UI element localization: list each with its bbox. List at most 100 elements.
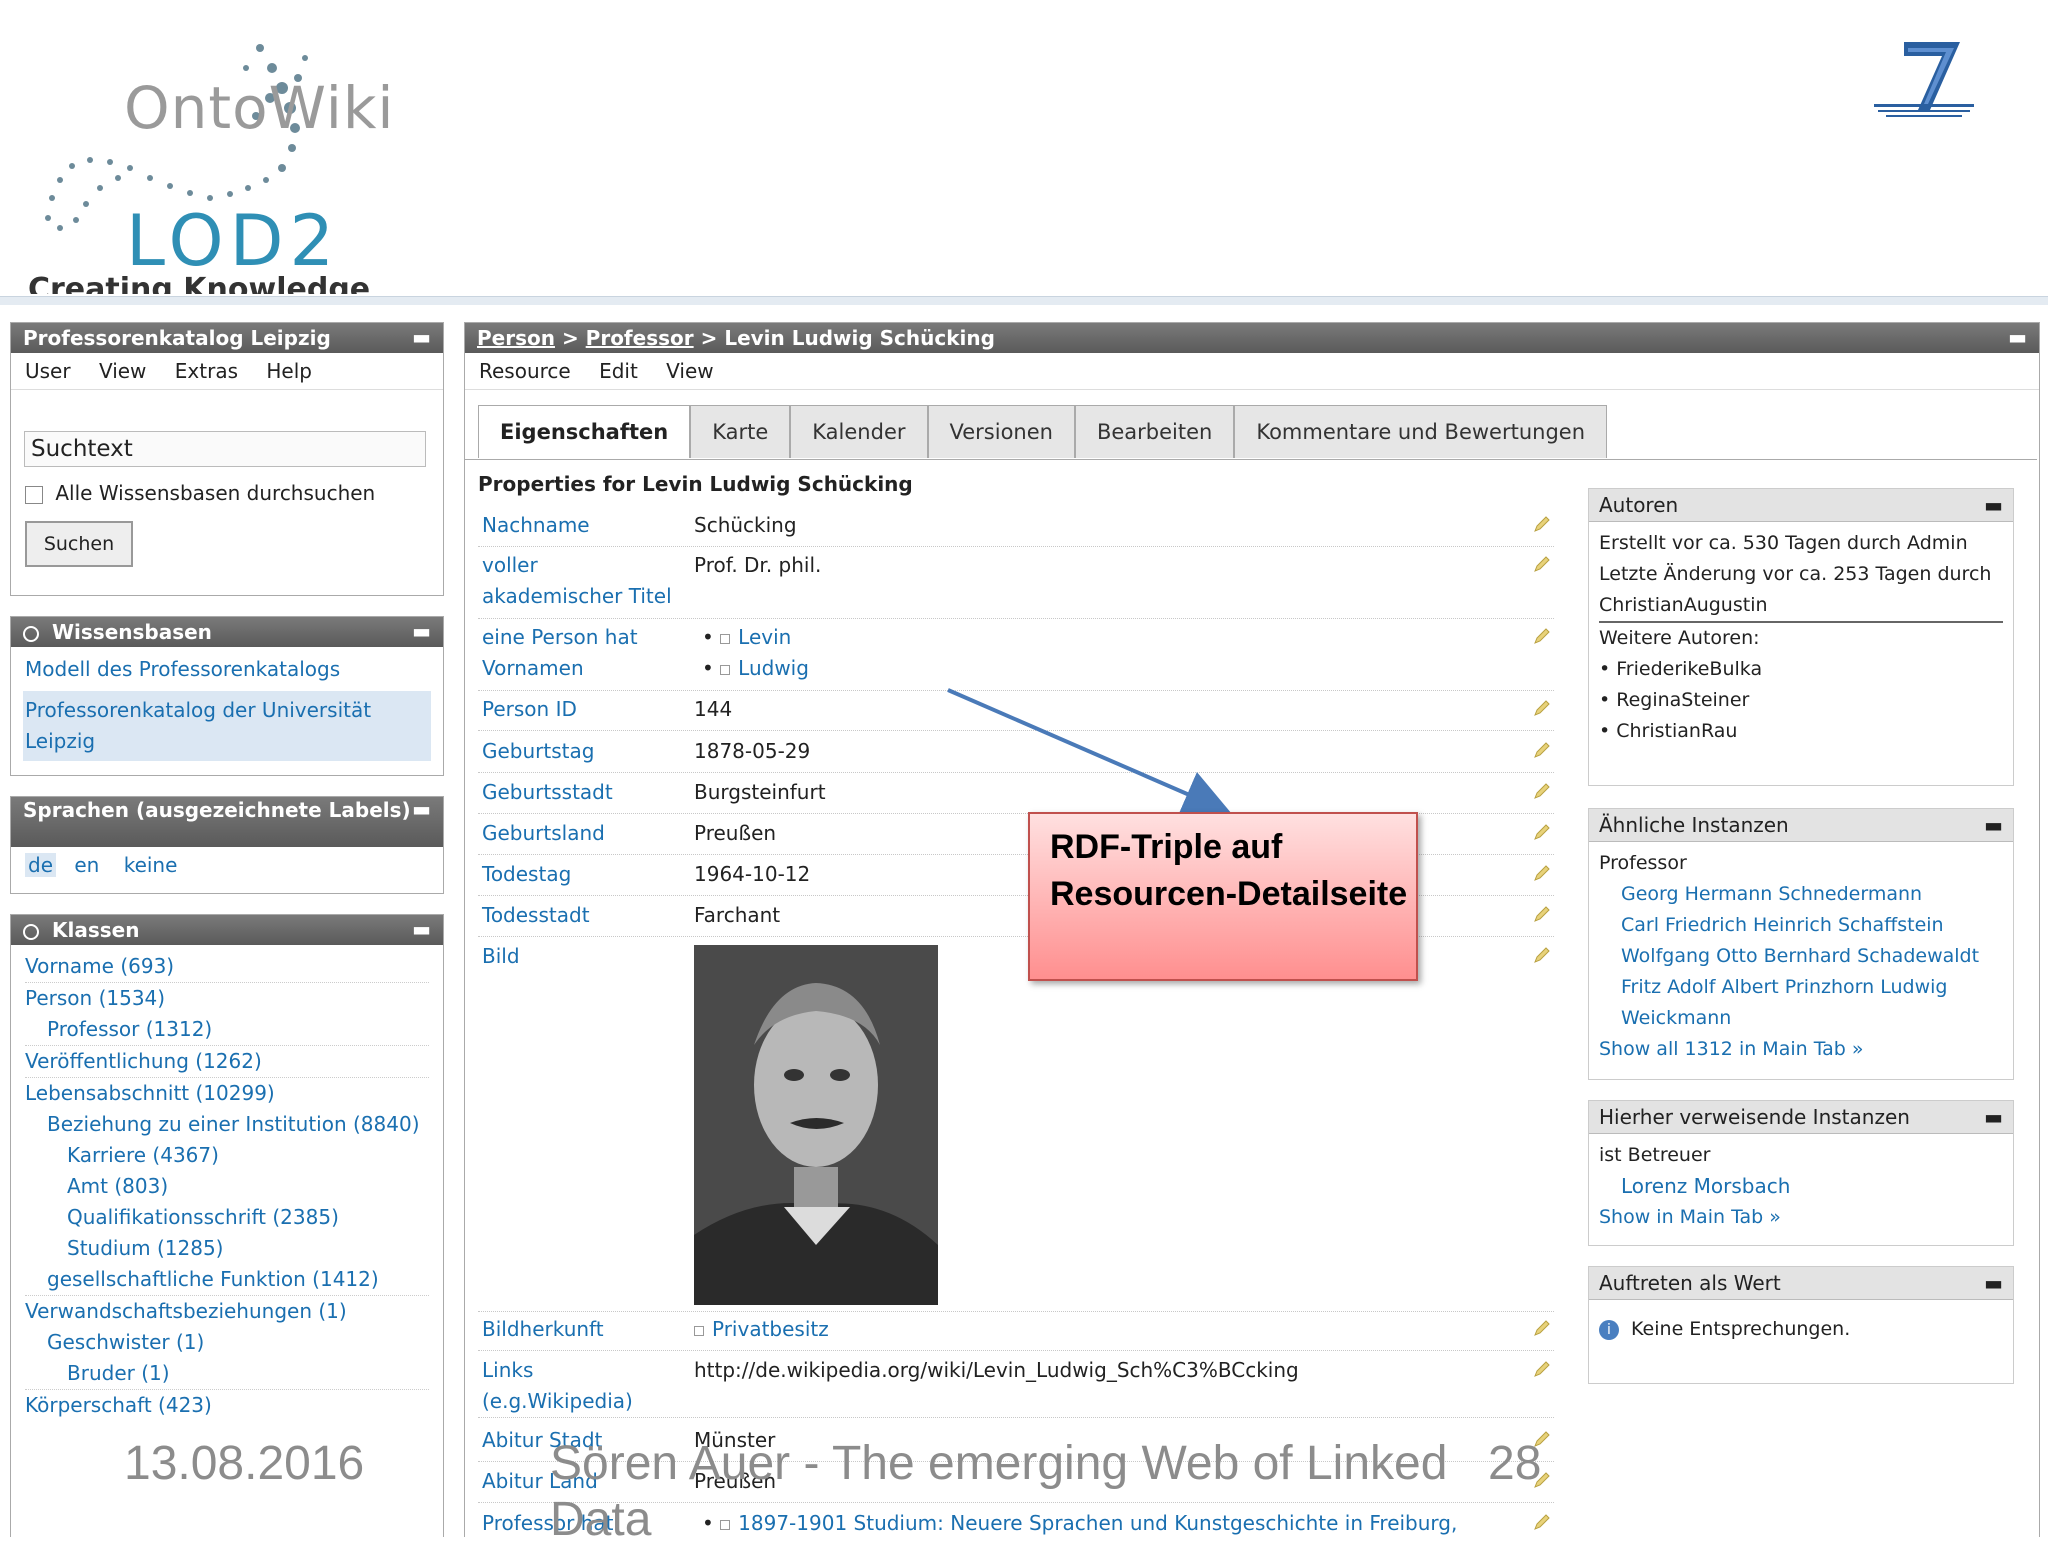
prop-name[interactable]: Bild [482,941,520,972]
tab-karte[interactable]: Karte [690,405,791,458]
menu-user[interactable]: User [25,359,71,383]
prop-name[interactable]: Geburtsstadt [482,777,613,808]
menu-help[interactable]: Help [266,359,312,383]
list-item: • Ludwig [702,656,809,680]
klassen-item[interactable]: Lebensabschnitt (10299) [25,1077,429,1109]
breadcrumb-professor[interactable]: Professor [586,326,694,350]
list-item: • Levin [702,625,792,649]
tab-kalender[interactable]: Kalender [790,405,928,458]
prop-value: Privatbesitz [694,1314,829,1345]
callout-arrow [947,688,1232,817]
klassen-item[interactable]: Geschwister (1) [25,1327,429,1358]
edit-pencil-icon[interactable] [1532,1318,1552,1338]
similar-instance[interactable]: Wolfgang Otto Bernhard Schadewaldt [1621,945,1979,967]
klassen-item[interactable]: Studium (1285) [25,1233,429,1264]
klassen-item[interactable]: Qualifikationsschrift (2385) [25,1202,429,1233]
tab-versionen[interactable]: Versionen [927,405,1075,458]
edit-pencil-icon[interactable] [1532,863,1552,883]
menu-extras[interactable]: Extras [175,359,238,383]
prop-name[interactable]: Links (e.g.Wikipedia) [482,1355,682,1417]
menu-resource[interactable]: Resource [479,359,571,383]
edit-pencil-icon[interactable] [1532,698,1552,718]
prop-row-nachname: Nachname Schücking [478,510,1554,547]
prop-value: Prof. Dr. phil. [694,553,822,577]
klassen-item[interactable]: Professor (1312) [25,1014,429,1045]
similar-instance[interactable]: Carl Friedrich Heinrich Schaffstein [1621,914,1944,936]
edit-pencil-icon[interactable] [1532,554,1552,574]
show-all-link[interactable]: Show all 1312 in Main Tab » [1599,1034,2003,1065]
minimize-icon[interactable]: ▬ [412,799,431,819]
prop-name[interactable]: Geburtsland [482,818,605,849]
prop-name[interactable]: Nachname [482,510,590,541]
verweisende-box: Hierher verweisende Instanzen ▬ ist Betr… [1588,1100,2014,1246]
show-in-main-tab-link[interactable]: Show in Main Tab » [1599,1202,2003,1233]
klassen-item[interactable]: Beziehung zu einer Institution (8840) [25,1109,429,1140]
prop-value: 1964-10-12 [694,862,811,886]
klassen-item[interactable]: Veröffentlichung (1262) [25,1045,429,1077]
verweisende-header: Hierher verweisende Instanzen ▬ [1589,1101,2013,1134]
search-all-checkbox[interactable] [25,485,43,504]
breadcrumb-person[interactable]: Person [477,326,555,350]
edit-pencil-icon[interactable] [1532,945,1552,965]
klassen-item[interactable]: Bruder (1) [25,1358,429,1389]
prop-link[interactable]: Privatbesitz [712,1317,829,1341]
menu-view[interactable]: View [99,359,146,383]
edit-pencil-icon[interactable] [1532,1512,1552,1532]
search-button[interactable]: Suchen [25,521,133,567]
menu-edit[interactable]: Edit [599,359,638,383]
prop-name[interactable]: Geburtstag [482,736,594,767]
edit-pencil-icon[interactable] [1532,626,1552,646]
edit-pencil-icon[interactable] [1532,822,1552,842]
slide-footer-title: Sören Auer - The emerging Web of Linked … [550,1437,1448,1546]
breadcrumb-separator: > [561,326,579,350]
prop-value: Schücking [694,513,797,537]
prop-name[interactable]: Todesstadt [482,900,590,931]
prop-name[interactable]: Todestag [482,859,571,890]
minimize-icon[interactable]: ▬ [1984,1270,2003,1296]
search-all-label: Alle Wissensbasen durchsuchen [55,481,376,505]
lang-en[interactable]: en [74,853,99,877]
prop-link[interactable]: Ludwig [738,656,809,680]
prop-name[interactable]: Person ID [482,694,577,725]
similar-instance[interactable]: Fritz Adolf Albert Prinzhorn [1621,976,1874,998]
prop-name[interactable]: voller akademischer Titel [482,550,682,612]
wissensbasis-item-selected[interactable]: Professorenkatalog der Universität Leipz… [23,691,431,761]
tab-eigenschaften[interactable]: Eigenschaften [478,405,691,458]
minimize-icon[interactable]: ▬ [1984,1104,2003,1130]
prop-name[interactable]: eine Person hat Vornamen [482,622,682,684]
minimize-icon[interactable]: ▬ [1984,812,2003,838]
edit-pencil-icon[interactable] [1532,904,1552,924]
circle-icon [23,923,39,940]
referring-instance[interactable]: Lorenz Morsbach [1599,1171,2003,1202]
klassen-item[interactable]: Person (1534) [25,982,429,1014]
prop-name[interactable]: Bildherkunft [482,1314,604,1345]
minimize-icon[interactable]: ▬ [412,917,431,941]
similar-instance[interactable]: Georg Hermann Schnedermann [1621,883,1922,905]
prop-link[interactable]: Levin [738,625,791,649]
aehnliche-box: Ähnliche Instanzen ▬ Professor Georg Her… [1588,808,2014,1080]
edit-pencil-icon[interactable] [1532,781,1552,801]
klassen-item[interactable]: Vorname (693) [25,951,429,982]
prop-row-bildherkunft: Bildherkunft Privatbesitz [478,1314,1554,1351]
klassen-item[interactable]: Karriere (4367) [25,1140,429,1171]
prop-value: Burgsteinfurt [694,780,826,804]
edit-pencil-icon[interactable] [1532,514,1552,534]
klassen-item[interactable]: Amt (803) [25,1171,429,1202]
search-input[interactable]: Suchtext [24,431,426,467]
klassen-item[interactable]: gesellschaftliche Funktion (1412) [25,1264,429,1295]
klassen-item[interactable]: Körperschaft (423) [25,1389,429,1421]
tab-kommentare[interactable]: Kommentare und Bewertungen [1234,405,1608,458]
minimize-icon[interactable]: ▬ [412,325,431,349]
prop-link[interactable]: http://de.wikipedia.org/wiki/Levin_Ludwi… [694,1355,1299,1386]
tab-bearbeiten[interactable]: Bearbeiten [1074,405,1235,458]
edit-pencil-icon[interactable] [1532,1359,1552,1379]
minimize-icon[interactable]: ▬ [2008,325,2027,349]
minimize-icon[interactable]: ▬ [412,619,431,643]
minimize-icon[interactable]: ▬ [1984,492,2003,518]
klassen-item[interactable]: Verwandschaftsbeziehungen (1) [25,1295,429,1327]
lang-keine[interactable]: keine [124,853,178,877]
lang-de[interactable]: de [25,853,56,877]
menu-view[interactable]: View [666,359,713,383]
wissensbasis-item[interactable]: Modell des Professorenkatalogs [11,647,443,691]
edit-pencil-icon[interactable] [1532,740,1552,760]
